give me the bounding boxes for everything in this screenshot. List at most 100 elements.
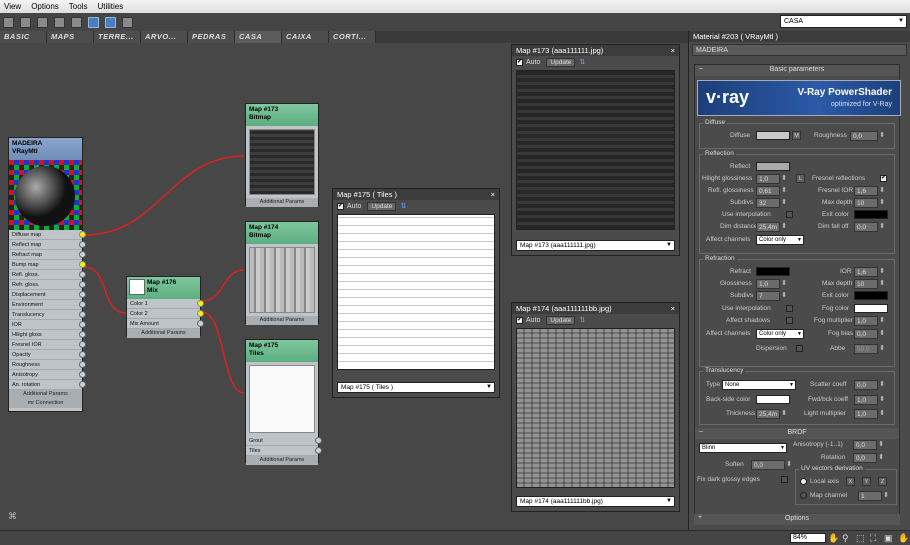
- slot-an-rotation[interactable]: An. rotation: [9, 380, 86, 390]
- light-mult-spinner[interactable]: 1,0: [854, 409, 885, 419]
- abbe-spinner[interactable]: 50,0: [854, 344, 885, 354]
- axis-x-button[interactable]: X: [846, 477, 855, 486]
- tab-caixa[interactable]: CAIXA: [282, 31, 329, 43]
- mix-node[interactable]: Map #176 Mix Color 1 Color 2 Mix Amount …: [126, 276, 204, 338]
- socket-icon[interactable]: [315, 437, 322, 444]
- socket-icon[interactable]: [79, 331, 86, 338]
- dispersion-checkbox[interactable]: [796, 345, 803, 352]
- map174-node[interactable]: Map #174 Bitmap Additional Params: [245, 221, 319, 325]
- socket-icon[interactable]: [197, 320, 204, 327]
- socket-icon[interactable]: [79, 241, 86, 248]
- brdf-type-dropdown[interactable]: Blinn: [699, 443, 787, 453]
- socket-icon[interactable]: [79, 301, 86, 308]
- map175-node[interactable]: Map #175 Tiles Grout Tiles Additional Pa…: [245, 339, 322, 465]
- slot-displacement[interactable]: Displacement: [9, 290, 86, 300]
- move-children-icon[interactable]: [71, 16, 82, 28]
- slot-opacity[interactable]: Opacity: [9, 350, 86, 360]
- options-bar[interactable]: + Options: [694, 514, 900, 525]
- vraymtl-node[interactable]: MADEIRA VRayMtl Diffuse map Reflect map Re…: [8, 137, 86, 412]
- update-button[interactable]: Update: [546, 315, 576, 325]
- menu-view[interactable]: View: [4, 2, 21, 11]
- slot-bump-map[interactable]: Bump map: [9, 260, 86, 270]
- map173-preview-window[interactable]: Map #173 (aaa111111.jpg)× AutoUpdate⇅ Ma…: [511, 44, 680, 256]
- slot-refl-gloss[interactable]: Refl. gloss.: [9, 270, 86, 280]
- map175-preview-window[interactable]: Map #175 ( Tiles )× AutoUpdate⇅ Map #175…: [332, 188, 500, 398]
- exit-color-swatch[interactable]: [854, 210, 888, 219]
- translucency-type-dropdown[interactable]: None: [722, 380, 796, 390]
- socket-icon[interactable]: [79, 251, 86, 258]
- mr-connection[interactable]: mr Connection: [9, 399, 82, 408]
- map-channel-spinner[interactable]: 1: [858, 491, 889, 501]
- fog-mult-spinner[interactable]: 1,0: [854, 316, 885, 326]
- socket-icon[interactable]: [197, 310, 204, 317]
- close-icon[interactable]: ×: [671, 304, 675, 313]
- additional-params[interactable]: Additional Params: [246, 456, 318, 465]
- max-depth-spinner[interactable]: 10: [854, 198, 885, 208]
- refl-gloss-spinner[interactable]: 0,61: [756, 186, 787, 196]
- fix-dark-checkbox[interactable]: [781, 476, 788, 483]
- pin-icon[interactable]: ⇅: [579, 316, 585, 324]
- fog-color-swatch[interactable]: [854, 304, 888, 313]
- list-icon[interactable]: [37, 16, 48, 28]
- zoom-extents-icon[interactable]: ⛶: [870, 533, 879, 543]
- axis-y-button[interactable]: Y: [862, 477, 871, 486]
- slot-environment[interactable]: Environment: [9, 300, 86, 310]
- fog-bias-spinner[interactable]: 0,0: [854, 329, 885, 339]
- socket-icon[interactable]: [79, 261, 86, 268]
- anisotropy-spinner[interactable]: 0,0: [853, 440, 884, 450]
- roughness-spinner[interactable]: 0,0: [850, 131, 885, 141]
- socket-icon[interactable]: [79, 371, 86, 378]
- tab-maps[interactable]: MAPS: [47, 31, 94, 43]
- update-button[interactable]: Update: [546, 57, 576, 67]
- additional-params[interactable]: Additional Params: [9, 390, 82, 399]
- zoom-region-icon[interactable]: ⬚: [856, 533, 865, 543]
- pan-icon[interactable]: ✋: [828, 533, 839, 543]
- slot-mix-amount[interactable]: Mix Amount: [127, 319, 204, 329]
- map-select-dropdown[interactable]: Map #173 (aaa111111.jpg): [516, 240, 675, 251]
- fresnel-ior-spinner[interactable]: 1,6: [854, 186, 885, 196]
- reflect-swatch[interactable]: [756, 162, 790, 171]
- magnify-icon[interactable]: [122, 16, 133, 28]
- socket-icon[interactable]: [197, 300, 204, 307]
- map-select-dropdown[interactable]: Map #175 ( Tiles ): [337, 382, 495, 393]
- socket-icon[interactable]: [79, 291, 86, 298]
- use-interp-checkbox[interactable]: [786, 211, 793, 218]
- slot-hilight-gloss[interactable]: Hilight gloss: [9, 330, 86, 340]
- fresnel-checkbox[interactable]: [880, 174, 887, 182]
- dim-distance-spinner[interactable]: 25,4m: [756, 222, 787, 232]
- auto-checkbox[interactable]: [337, 202, 344, 210]
- tab-arvo[interactable]: ARVO...: [141, 31, 188, 43]
- socket-icon[interactable]: [79, 351, 86, 358]
- affect-channels-dropdown[interactable]: Color only: [756, 235, 804, 245]
- max-depth-spinner[interactable]: 10: [854, 279, 885, 289]
- additional-params[interactable]: Additional Params: [246, 198, 318, 207]
- map-select-dropdown[interactable]: Map #174 (aaa111111bb.jpg): [516, 496, 675, 507]
- layout-icon[interactable]: [54, 16, 65, 28]
- pin-icon[interactable]: ⇅: [579, 58, 585, 66]
- scatter-spinner[interactable]: 0,0: [854, 380, 885, 390]
- socket-icon[interactable]: [79, 321, 86, 328]
- socket-icon[interactable]: [79, 281, 86, 288]
- slot-reflect-map[interactable]: Reflect map: [9, 240, 86, 250]
- map173-node[interactable]: Map #173 Bitmap Additional Params: [245, 103, 319, 207]
- tab-pedras[interactable]: PEDRAS: [188, 31, 235, 43]
- pin-icon[interactable]: ⇅: [400, 202, 406, 210]
- tab-casa[interactable]: CASA: [235, 31, 282, 43]
- additional-params[interactable]: Additional Params: [127, 329, 200, 338]
- exit-color-swatch[interactable]: [854, 291, 888, 300]
- show-map-icon[interactable]: [88, 16, 99, 28]
- map-channel-radio[interactable]: [800, 492, 807, 499]
- select-icon[interactable]: [3, 16, 14, 28]
- thickness-spinner[interactable]: 25,4m: [756, 409, 787, 419]
- diffuse-map-button[interactable]: M: [792, 131, 801, 140]
- refract-swatch[interactable]: [756, 267, 790, 276]
- menu-options[interactable]: Options: [31, 2, 59, 11]
- socket-icon[interactable]: [79, 381, 86, 388]
- close-icon[interactable]: ×: [491, 190, 495, 199]
- backside-swatch[interactable]: [756, 395, 790, 404]
- tab-basic[interactable]: BASIC: [0, 31, 47, 43]
- socket-icon[interactable]: [79, 361, 86, 368]
- slot-roughness[interactable]: Roughness: [9, 360, 86, 370]
- tab-terre[interactable]: TERRE...: [94, 31, 141, 43]
- slot-refr-gloss[interactable]: Refr. gloss.: [9, 280, 86, 290]
